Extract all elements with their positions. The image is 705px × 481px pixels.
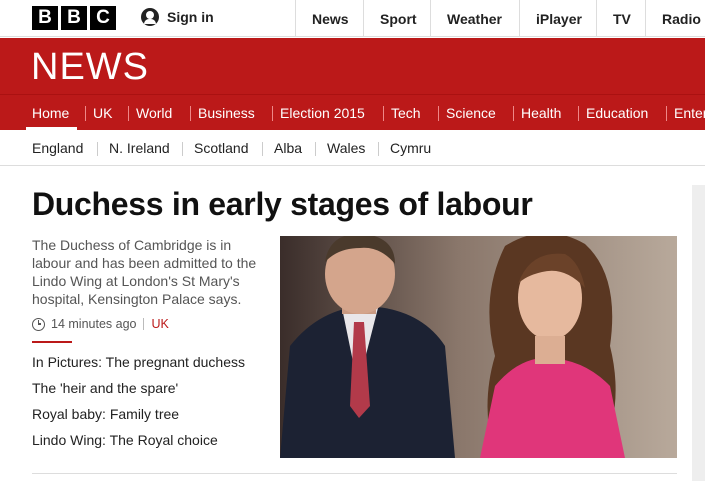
related-links: In Pictures: The pregnant duchess The 'h…: [32, 353, 245, 457]
sign-in-link[interactable]: Sign in: [141, 8, 214, 26]
sub-nav: England N. Ireland Scotland Alba Wales C…: [0, 130, 705, 166]
story-tag-link[interactable]: UK: [151, 317, 168, 331]
logo-letter-b1: B: [32, 6, 58, 30]
related-link-lindo-wing[interactable]: Lindo Wing: The Royal choice: [32, 431, 245, 457]
subnav-cymru[interactable]: Cymru: [377, 140, 431, 156]
section-nav: Home UK World Business Election 2015 Tec…: [0, 94, 705, 131]
sidebar-column: [692, 185, 705, 481]
sign-in-label: Sign in: [167, 9, 214, 25]
section-entertainment[interactable]: Enter: [665, 95, 705, 131]
section-business[interactable]: Business: [190, 95, 255, 131]
section-education[interactable]: Education: [577, 95, 648, 131]
bbc-logo[interactable]: B B C: [32, 6, 116, 30]
clock-icon: [32, 317, 45, 331]
section-science[interactable]: Science: [438, 95, 496, 131]
top-nav-weather[interactable]: Weather: [430, 0, 519, 37]
section-election-2015[interactable]: Election 2015: [272, 95, 365, 131]
subnav-wales[interactable]: Wales: [314, 140, 365, 156]
section-tech[interactable]: Tech: [383, 95, 421, 131]
top-nav-iplayer[interactable]: iPlayer: [519, 0, 596, 37]
related-link-pregnant-duchess[interactable]: In Pictures: The pregnant duchess: [32, 353, 245, 379]
top-nav: News Sport Weather iPlayer TV Radio: [295, 0, 705, 37]
subnav-n-ireland[interactable]: N. Ireland: [97, 140, 170, 156]
top-bar: B B C Sign in News Sport Weather iPlayer…: [0, 0, 705, 37]
subnav-scotland[interactable]: Scotland: [181, 140, 248, 156]
top-nav-sport[interactable]: Sport: [363, 0, 430, 37]
top-nav-tv[interactable]: TV: [596, 0, 645, 37]
section-home[interactable]: Home: [25, 95, 78, 131]
news-banner: NEWS: [0, 38, 705, 94]
subnav-alba[interactable]: Alba: [261, 140, 302, 156]
accent-rule: [32, 341, 72, 343]
news-logo[interactable]: NEWS: [31, 46, 149, 89]
related-link-family-tree[interactable]: Royal baby: Family tree: [32, 405, 245, 431]
section-world[interactable]: World: [127, 95, 172, 131]
related-link-heir-spare[interactable]: The 'heir and the spare': [32, 379, 245, 405]
section-divider: [32, 473, 677, 474]
section-health[interactable]: Health: [512, 95, 561, 131]
story-timestamp: 14 minutes ago: [51, 317, 137, 331]
story-summary: The Duchess of Cambridge is in labour an…: [32, 237, 257, 307]
story-photo[interactable]: [280, 236, 677, 458]
user-icon: [141, 8, 159, 26]
section-uk[interactable]: UK: [84, 95, 112, 131]
subnav-england[interactable]: England: [32, 140, 83, 156]
story-headline[interactable]: Duchess in early stages of labour: [32, 186, 533, 223]
couple-photo-illustration: [280, 236, 677, 458]
logo-letter-b2: B: [61, 6, 87, 30]
meta-divider: [143, 318, 145, 330]
story-meta: 14 minutes ago UK: [32, 317, 169, 331]
top-nav-news[interactable]: News: [295, 0, 363, 37]
top-nav-radio[interactable]: Radio: [645, 0, 705, 37]
logo-letter-c: C: [90, 6, 116, 30]
